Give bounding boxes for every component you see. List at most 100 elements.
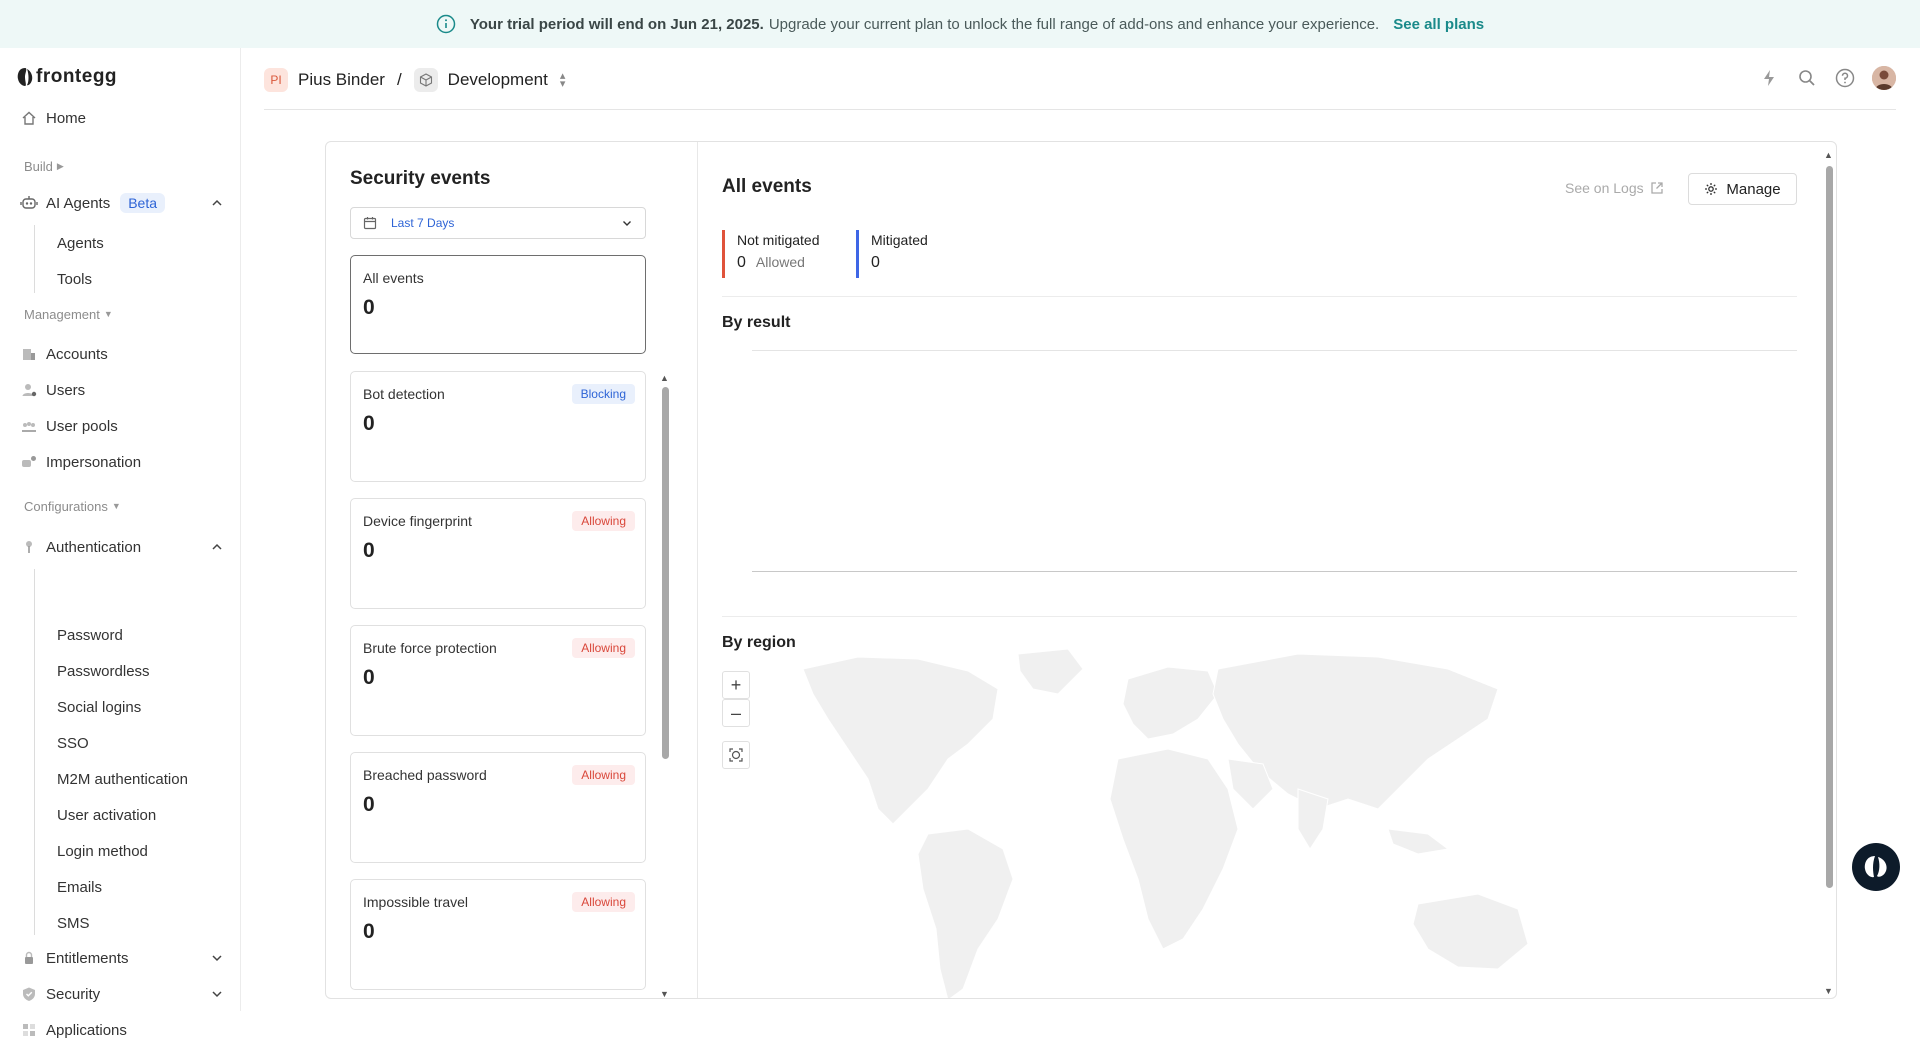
sidebar-item-entitlements[interactable]: Entitlements	[20, 944, 225, 972]
breadcrumb-separator: /	[396, 70, 402, 89]
chat-icon	[1864, 856, 1887, 878]
sidebar-item-tools[interactable]: Tools	[57, 266, 92, 292]
help-icon[interactable]	[1834, 67, 1856, 89]
workspace-name[interactable]: Pius Binder	[298, 70, 385, 90]
sidebar-item-m2m-authentication[interactable]: M2M authentication	[57, 766, 188, 792]
manage-button[interactable]: Manage	[1688, 173, 1797, 205]
event-card-device-fingerprint[interactable]: Device fingerprint Allowing 0	[350, 498, 646, 609]
building-icon	[20, 345, 38, 363]
lightning-icon[interactable]	[1758, 67, 1780, 89]
divider	[722, 616, 1797, 617]
event-card-title: Breached password	[363, 767, 487, 783]
event-card-count: 0	[363, 412, 375, 435]
sidebar-item-authentication[interactable]: Authentication	[20, 533, 225, 561]
sidebar-item-label: Applications	[46, 1021, 127, 1039]
zoom-in-button[interactable]: +	[722, 671, 750, 699]
robot-icon	[20, 194, 38, 212]
sidebar-item-user-pools[interactable]: User pools	[20, 412, 225, 440]
trial-upgrade-text: Upgrade your current plan to unlock the …	[768, 15, 1380, 33]
status-badge-allowing: Allowing	[572, 511, 635, 531]
by-region-title: By region	[722, 634, 796, 651]
scroll-down-arrow-icon[interactable]: ▼	[660, 989, 669, 998]
stat-value: 0	[737, 254, 746, 271]
sidebar-item-accounts[interactable]: Accounts	[20, 340, 225, 368]
event-card-count: 0	[363, 920, 375, 943]
section-build[interactable]: Build ▶	[24, 156, 64, 176]
event-card-count: 0	[363, 296, 375, 319]
sidebar-item-agents[interactable]: Agents	[57, 230, 104, 256]
search-icon[interactable]	[1796, 67, 1818, 89]
date-range-select[interactable]: Last 7 Days	[350, 207, 646, 239]
sidebar-item-sso[interactable]: SSO	[57, 730, 89, 756]
caret-down-icon: ▼	[103, 309, 113, 319]
section-build-label: Build	[24, 158, 53, 174]
fit-view-icon	[729, 748, 743, 762]
chevron-up-icon[interactable]	[209, 195, 225, 211]
chevron-up-icon[interactable]	[209, 539, 225, 555]
sidebar-item-passwordless[interactable]: Passwordless	[57, 658, 150, 684]
reset-zoom-button[interactable]	[722, 741, 750, 769]
event-card-breached-password[interactable]: Breached password Allowing 0	[350, 752, 646, 863]
all-events-title: All events	[722, 176, 812, 197]
sidebar-item-social-logins[interactable]: Social logins	[57, 694, 141, 720]
stat-value: 0	[871, 254, 880, 271]
scroll-down-arrow-icon[interactable]: ▼	[1824, 986, 1833, 996]
scroll-up-arrow-icon[interactable]: ▲	[1824, 150, 1833, 160]
stat-value-row: 0 Allowed	[737, 254, 819, 272]
chevron-down-icon[interactable]	[209, 950, 225, 966]
world-map[interactable]	[798, 649, 1558, 999]
page-scrollbar[interactable]: ▲ ▼	[1824, 150, 1834, 996]
event-card-count: 0	[363, 666, 375, 689]
sidebar-item-applications[interactable]: Applications	[20, 1016, 225, 1044]
user-avatar[interactable]	[1872, 66, 1896, 90]
user-icon	[20, 381, 38, 399]
stat-mitigated: Mitigated 0	[856, 230, 928, 278]
trial-end-text: Your trial period will end on Jun 21, 20…	[469, 15, 764, 33]
sidebar-item-user-activation[interactable]: User activation	[57, 802, 156, 828]
event-card-count: 0	[363, 539, 375, 562]
external-link-icon	[1650, 182, 1663, 194]
zoom-out-button[interactable]: –	[722, 699, 750, 727]
stat-label: Mitigated	[871, 232, 928, 248]
sidebar-item-sms[interactable]: SMS	[57, 910, 90, 936]
sidebar-item-login-method[interactable]: Login method	[57, 838, 148, 864]
sidebar-item-users[interactable]: Users	[20, 376, 225, 404]
scrollbar-thumb[interactable]	[1826, 166, 1833, 888]
cards-scrollbar[interactable]: ▲ ▼	[660, 373, 670, 998]
date-range-value: Last 7 Days	[391, 216, 455, 230]
see-all-plans-link[interactable]: See all plans	[1393, 16, 1484, 33]
environment-name[interactable]: Development	[448, 70, 548, 90]
caret-right-icon: ▶	[56, 160, 64, 171]
sidebar-item-label: Impersonation	[46, 453, 142, 471]
sidebar-item-ai-agents[interactable]: AI Agents Beta	[20, 189, 225, 217]
environment-switcher-icon[interactable]: ▴ ▾	[560, 71, 566, 90]
info-icon	[436, 14, 456, 34]
by-result-chart	[752, 350, 1797, 572]
sidebar: frontegg Home Build ▶ AI Agents Beta Agen…	[0, 48, 241, 1039]
frontegg-logo[interactable]: frontegg	[16, 64, 117, 90]
sidebar-item-home[interactable]: Home	[20, 104, 225, 132]
event-card-all-events[interactable]: All events 0	[350, 255, 646, 354]
tree-line	[34, 225, 35, 293]
event-card-bot-detection[interactable]: Bot detection Blocking 0	[350, 371, 646, 482]
scrollbar-thumb[interactable]	[662, 387, 669, 759]
breadcrumb: PI Pius Binder / Development ▴ ▾	[264, 66, 565, 94]
see-on-logs-link[interactable]: See on Logs	[1565, 180, 1664, 196]
section-configurations[interactable]: Configurations ▼	[24, 496, 121, 516]
logo-text: frontegg	[36, 66, 118, 87]
divider	[722, 296, 1797, 297]
event-card-brute-force-protection[interactable]: Brute force protection Allowing 0	[350, 625, 646, 736]
chat-launcher-button[interactable]	[1852, 843, 1900, 891]
section-management[interactable]: Management ▼	[24, 304, 113, 324]
status-badge-blocking: Blocking	[571, 384, 635, 404]
sidebar-item-impersonation[interactable]: Impersonation	[20, 448, 225, 476]
sidebar-item-security[interactable]: Security	[20, 980, 225, 1008]
status-badge-allowing: Allowing	[572, 638, 635, 658]
scroll-up-arrow-icon[interactable]: ▲	[660, 373, 669, 383]
event-card-title: All events	[363, 270, 424, 286]
sidebar-item-password[interactable]: Password	[57, 622, 123, 648]
event-card-impossible-travel[interactable]: Impossible travel Allowing 0	[350, 879, 646, 990]
chevron-down-icon[interactable]	[209, 986, 225, 1002]
top-header: PI Pius Binder / Development ▴ ▾	[264, 58, 1896, 110]
sidebar-item-emails[interactable]: Emails	[57, 874, 102, 900]
